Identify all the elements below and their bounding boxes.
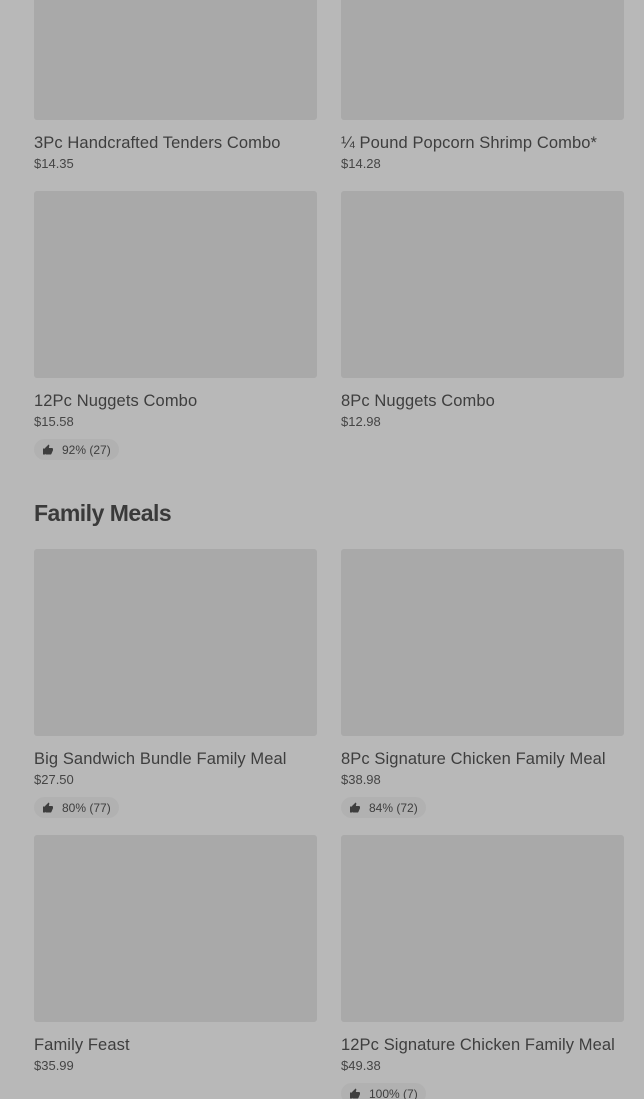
- menu-item-name: 12Pc Nuggets Combo: [34, 392, 198, 410]
- menu-item-card[interactable]: ¼ Pound Popcorn Shrimp Combo* $14.28: [341, 0, 624, 172]
- menu-item-image: [341, 0, 624, 120]
- menu-item-name: 12Pc Signature Chicken Family Meal: [341, 1036, 615, 1054]
- menu-item-card[interactable]: 3Pc Handcrafted Tenders Combo $14.35: [34, 0, 317, 172]
- menu-item-price: $38.98: [341, 772, 381, 787]
- menu-item-name: 3Pc Handcrafted Tenders Combo: [34, 134, 281, 152]
- menu-item-price: $35.99: [34, 1058, 74, 1073]
- thumbs-up-icon: [43, 802, 53, 812]
- menu-item-price: $27.50: [34, 772, 74, 787]
- menu-item-name: ¼ Pound Popcorn Shrimp Combo*: [341, 134, 598, 152]
- rating-text: 84% (72): [369, 800, 418, 815]
- menu-item-image: [34, 549, 317, 736]
- menu-item-price: $14.28: [341, 156, 381, 171]
- menu-item-name: 8Pc Signature Chicken Family Meal: [341, 750, 606, 768]
- rating-text: 80% (77): [62, 800, 111, 815]
- rating-text: 92% (27): [62, 442, 111, 457]
- menu-page: 3Pc Handcrafted Tenders Combo $14.35 ¼ P…: [0, 0, 644, 1099]
- thumbs-up-icon: [350, 802, 360, 812]
- menu-item-image: [341, 835, 624, 1022]
- rating-badge: 100% (7): [341, 1083, 426, 1099]
- menu-item-card[interactable]: 12Pc Signature Chicken Family Meal $49.3…: [341, 835, 624, 1099]
- menu-item-card[interactable]: 12Pc Nuggets Combo $15.58 92% (27): [34, 191, 317, 461]
- menu-item-image: [34, 835, 317, 1022]
- rating-badge: 80% (77): [34, 797, 119, 818]
- menu-item-image: [341, 549, 624, 736]
- menu-item-image: [341, 191, 624, 378]
- menu-item-image: [34, 191, 317, 378]
- section-title-family-meals: Family Meals: [34, 500, 172, 526]
- menu-item-price: $12.98: [341, 414, 381, 429]
- rating-badge: 92% (27): [34, 439, 119, 460]
- thumbs-up-icon: [43, 444, 53, 454]
- menu-item-name: 8Pc Nuggets Combo: [341, 392, 495, 410]
- menu-item-price: $14.35: [34, 156, 74, 171]
- menu-item-price: $15.58: [34, 414, 74, 429]
- rating-text: 100% (7): [369, 1086, 418, 1099]
- thumbs-up-icon: [350, 1088, 360, 1098]
- menu-item-card[interactable]: 8Pc Signature Chicken Family Meal $38.98…: [341, 549, 624, 819]
- menu-item-name: Big Sandwich Bundle Family Meal: [34, 750, 287, 768]
- menu-item-price: $49.38: [341, 1058, 381, 1073]
- menu-item-card[interactable]: Family Feast $35.99: [34, 835, 317, 1074]
- rating-badge: 84% (72): [341, 797, 426, 818]
- menu-item-card[interactable]: Big Sandwich Bundle Family Meal $27.50 8…: [34, 549, 317, 819]
- menu-item-image: [34, 0, 317, 120]
- menu-item-name: Family Feast: [34, 1036, 130, 1054]
- menu-item-card[interactable]: 8Pc Nuggets Combo $12.98: [341, 191, 624, 430]
